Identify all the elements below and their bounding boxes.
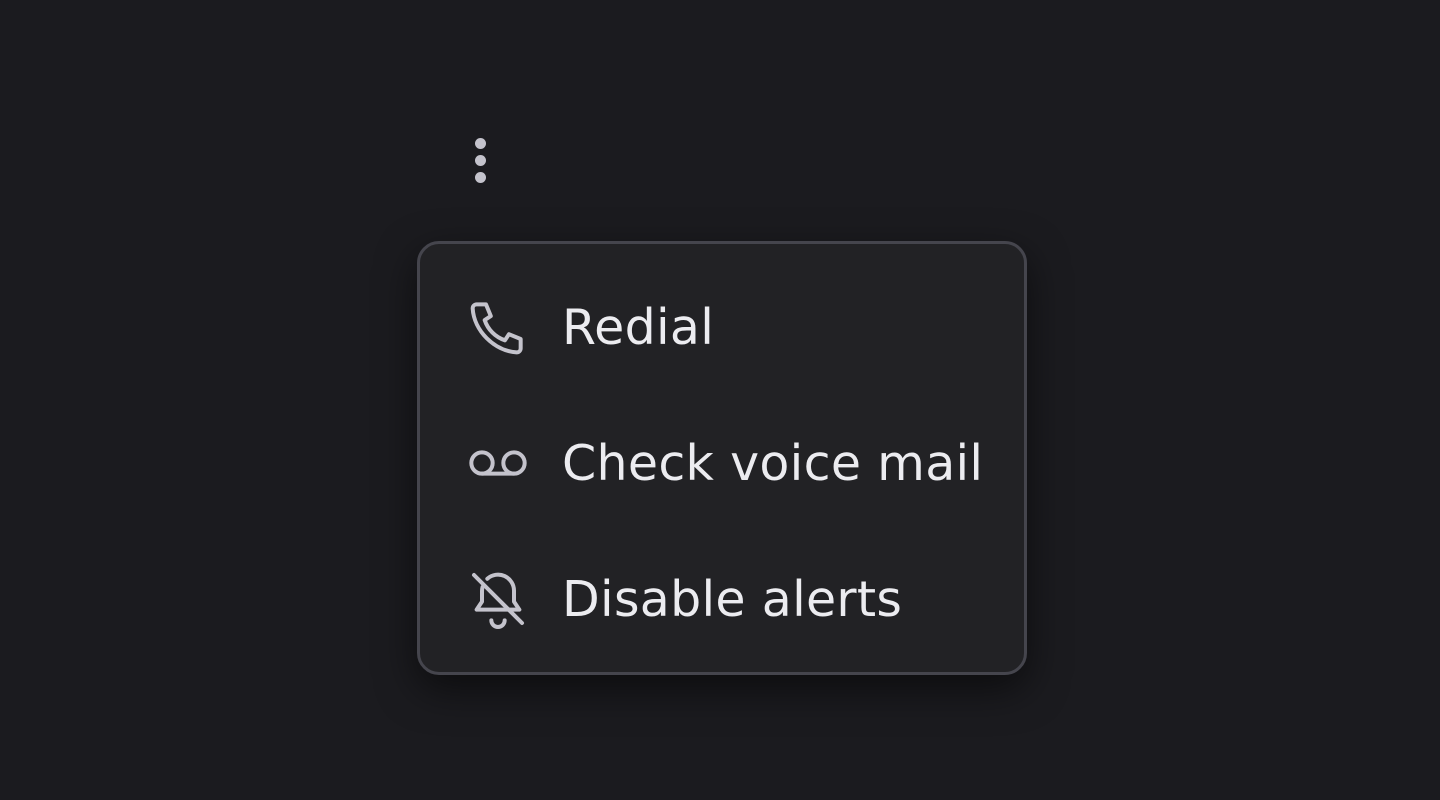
menu-item-check-voice-mail[interactable]: Check voice mail bbox=[420, 413, 1024, 513]
more-vertical-icon-dot bbox=[474, 137, 486, 149]
bell-off-icon bbox=[466, 567, 530, 631]
menu-item-label: Redial bbox=[562, 298, 715, 356]
more-options-button[interactable] bbox=[456, 130, 504, 190]
page: Redial Check voice mail Disable alerts bbox=[0, 0, 1440, 800]
more-vertical-icon-dot bbox=[474, 154, 486, 166]
voicemail-icon bbox=[466, 431, 530, 495]
menu-item-redial[interactable]: Redial bbox=[420, 277, 1024, 377]
menu-item-label: Disable alerts bbox=[562, 570, 903, 628]
phone-icon bbox=[466, 295, 530, 359]
more-vertical-icon-dot bbox=[474, 171, 486, 183]
menu-item-disable-alerts[interactable]: Disable alerts bbox=[420, 549, 1024, 649]
menu-item-label: Check voice mail bbox=[562, 434, 984, 492]
dropdown-menu: Redial Check voice mail Disable alerts bbox=[417, 241, 1027, 675]
